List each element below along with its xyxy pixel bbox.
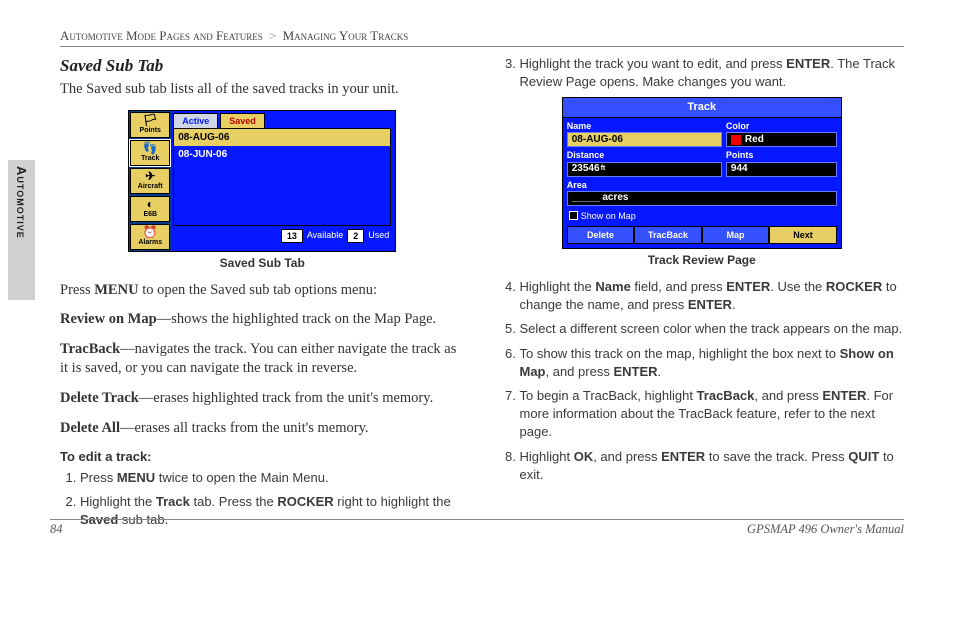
step-3: Highlight the track you want to edit, an… xyxy=(520,55,905,91)
figure-track-review: Track Name 08-AUG-06 Color Red xyxy=(500,97,905,268)
button-row: Delete TracBack Map Next xyxy=(567,226,837,244)
track-review-title: Track xyxy=(563,98,841,118)
procedure-steps-right-rest: Highlight the Name field, and press ENTE… xyxy=(500,278,905,484)
breadcrumb-section: Automotive Mode Pages and Features xyxy=(60,28,263,43)
used-label: Used xyxy=(368,229,389,243)
distance-label: Distance xyxy=(567,149,722,161)
breadcrumb-separator: > xyxy=(266,28,279,43)
step-6: To show this track on the map, highlight… xyxy=(520,345,905,381)
step-7: To begin a TracBack, highlight TracBack,… xyxy=(520,387,905,442)
figure-saved-subtab: 🏳Points 👣Track ✈Aircraft ◐E6B ⏰Alarms Ac… xyxy=(60,110,465,271)
manual-title: GPSMAP 496 Owner's Manual xyxy=(747,522,904,537)
tab-active: Active xyxy=(173,113,218,128)
step-5: Select a different screen color when the… xyxy=(520,320,905,338)
page-number: 84 xyxy=(50,522,63,537)
step-8: Highlight OK, and press ENTER to save th… xyxy=(520,448,905,484)
sidebar-item-points: 🏳Points xyxy=(130,112,170,138)
option-tracback: TracBack—navigates the track. You can ei… xyxy=(60,340,465,379)
option-delete-track: Delete Track—erases highlighted track fr… xyxy=(60,389,465,409)
tracback-button: TracBack xyxy=(634,226,702,244)
color-field: Red xyxy=(726,132,837,147)
left-column: Saved Sub Tab The Saved sub tab lists al… xyxy=(60,55,465,535)
saved-track-list: 08-AUG-06 08-JUN-06 xyxy=(173,128,391,226)
breadcrumb-sub: Managing Your Tracks xyxy=(283,28,409,43)
next-button: Next xyxy=(769,226,837,244)
used-count: 2 xyxy=(347,229,364,243)
tab-saved: Saved xyxy=(220,113,265,128)
area-field: _____ acres xyxy=(567,191,837,206)
page-footer: 84 GPSMAP 496 Owner's Manual xyxy=(50,519,904,537)
color-label: Color xyxy=(726,120,837,132)
delete-button: Delete xyxy=(567,226,635,244)
saved-subtab-heading: Saved Sub Tab xyxy=(60,55,465,78)
figure1-caption: Saved Sub Tab xyxy=(60,255,465,271)
sidebar-item-aircraft: ✈Aircraft xyxy=(130,168,170,194)
option-review-on-map: Review on Map—shows the highlighted trac… xyxy=(60,310,465,330)
screenshot-track-review: Track Name 08-AUG-06 Color Red xyxy=(562,97,842,249)
points-field: 944 xyxy=(726,162,837,177)
right-column: Highlight the track you want to edit, an… xyxy=(500,55,905,535)
checkbox-icon xyxy=(569,211,578,220)
figure2-caption: Track Review Page xyxy=(500,252,905,268)
name-label: Name xyxy=(567,120,722,132)
sidebar-item-track: 👣Track xyxy=(130,140,170,166)
after-figure-text: Press MENU to open the Saved sub tab opt… xyxy=(60,281,465,301)
name-field: 08-AUG-06 xyxy=(567,132,722,147)
show-on-map-label: Show on Map xyxy=(581,210,636,222)
sidebar-item-alarms: ⏰Alarms xyxy=(130,224,170,250)
breadcrumb: Automotive Mode Pages and Features > Man… xyxy=(60,28,904,47)
distance-field: 23546ft xyxy=(567,162,722,177)
show-on-map-row: Show on Map xyxy=(567,208,837,226)
procedure-steps-right-top: Highlight the track you want to edit, an… xyxy=(500,55,905,91)
step-4: Highlight the Name field, and press ENTE… xyxy=(520,278,905,314)
saved-subtab-intro: The Saved sub tab lists all of the saved… xyxy=(60,80,465,100)
option-delete-all: Delete All—erases all tracks from the un… xyxy=(60,419,465,439)
available-count: 13 xyxy=(281,229,303,243)
status-bar: 13 Available 2 Used xyxy=(171,226,395,246)
list-item: 08-JUN-06 xyxy=(174,146,390,164)
procedure-heading: To edit a track: xyxy=(60,448,465,466)
color-swatch-icon xyxy=(731,135,741,145)
points-label: Points xyxy=(726,149,837,161)
screenshot1-sidebar: 🏳Points 👣Track ✈Aircraft ◐E6B ⏰Alarms xyxy=(129,111,171,251)
sidebar-item-e6b: ◐E6B xyxy=(130,196,170,222)
map-button: Map xyxy=(702,226,770,244)
screenshot-saved-subtab: 🏳Points 👣Track ✈Aircraft ◐E6B ⏰Alarms Ac… xyxy=(128,110,396,252)
step-1: Press MENU twice to open the Main Menu. xyxy=(80,469,465,487)
list-item: 08-AUG-06 xyxy=(174,129,390,147)
area-label: Area xyxy=(567,179,837,191)
available-label: Available xyxy=(307,229,343,243)
